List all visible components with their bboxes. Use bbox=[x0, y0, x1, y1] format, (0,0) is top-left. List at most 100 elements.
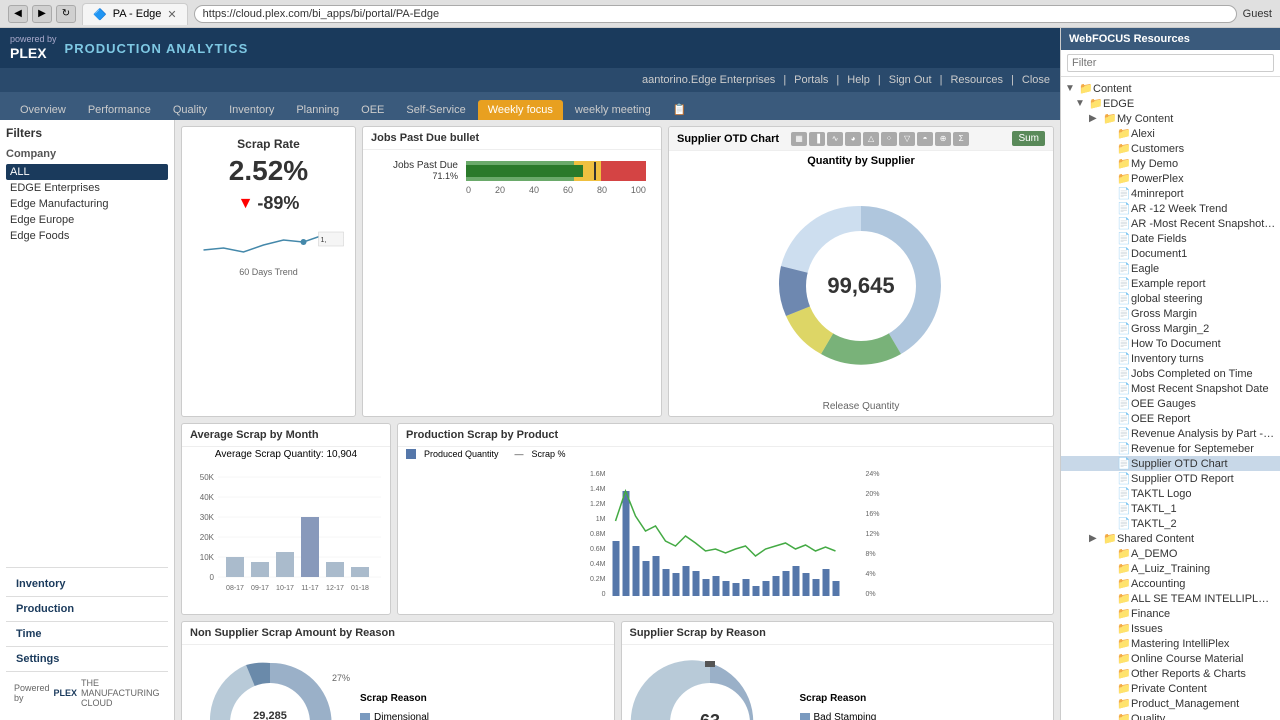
tree-issues[interactable]: 📁 Issues bbox=[1061, 621, 1280, 636]
area-icon[interactable]: △ bbox=[863, 132, 879, 146]
forward-button[interactable]: ▶ bbox=[32, 5, 52, 23]
browser-navigation[interactable]: ◀ ▶ ↻ bbox=[8, 5, 76, 23]
tree-oee-report[interactable]: 📄 OEE Report bbox=[1061, 411, 1280, 426]
tree-accounting[interactable]: 📁 Accounting bbox=[1061, 576, 1280, 591]
tree-powerplex[interactable]: 📁 PowerPlex bbox=[1061, 171, 1280, 186]
tree-gross-margin-2[interactable]: 📄 Gross Margin_2 bbox=[1061, 321, 1280, 336]
tab-weekly-meeting[interactable]: weekly meeting bbox=[565, 100, 661, 120]
tree-eagle-label: Eagle bbox=[1131, 263, 1276, 275]
tree-revenue-analysis[interactable]: 📄 Revenue Analysis by Part - Pro... bbox=[1061, 426, 1280, 441]
settings-nav-button[interactable]: Settings bbox=[6, 647, 168, 672]
tree-revenue-september[interactable]: 📄 Revenue for Septemeber bbox=[1061, 441, 1280, 456]
tab-close-icon[interactable]: ✕ bbox=[167, 8, 176, 21]
sum-button[interactable]: Sum bbox=[1012, 131, 1045, 146]
tree-eagle[interactable]: 📄 Eagle bbox=[1061, 261, 1280, 276]
scatter-icon[interactable]: ⁘ bbox=[881, 132, 897, 146]
tab-self-service[interactable]: Self-Service bbox=[396, 100, 475, 120]
back-button[interactable]: ◀ bbox=[8, 5, 28, 23]
tab-overview[interactable]: Overview bbox=[10, 100, 76, 120]
portals-link[interactable]: Portals bbox=[794, 74, 828, 86]
tab-performance[interactable]: Performance bbox=[78, 100, 161, 120]
browser-tab[interactable]: 🔷 PA - Edge ✕ bbox=[82, 3, 188, 25]
tree-date-fields[interactable]: 📄 Date Fields bbox=[1061, 231, 1280, 246]
tree-all-se-team[interactable]: 📁 ALL SE TEAM INTELLIPLEX APP bbox=[1061, 591, 1280, 606]
browser-url-bar[interactable]: https://cloud.plex.com/bi_apps/bi/portal… bbox=[194, 5, 1237, 23]
tree-4minreport[interactable]: 📄 4minreport bbox=[1061, 186, 1280, 201]
tree-taktl-logo[interactable]: 📄 TAKTL Logo bbox=[1061, 486, 1280, 501]
tree-how-to-document[interactable]: 📄 How To Document bbox=[1061, 336, 1280, 351]
tree-how-to-document-label: How To Document bbox=[1131, 338, 1276, 350]
filter-edge-enterprises[interactable]: EDGE Enterprises bbox=[6, 180, 168, 196]
sigma-icon[interactable]: Σ bbox=[953, 132, 969, 146]
filter-all[interactable]: ALL bbox=[6, 164, 168, 180]
tree-taktl-1[interactable]: 📄 TAKTL_1 bbox=[1061, 501, 1280, 516]
webfocus-search-input[interactable] bbox=[1067, 54, 1274, 72]
tree-other-reports[interactable]: 📁 Other Reports & Charts bbox=[1061, 666, 1280, 681]
tree-quality[interactable]: 📁 Quality bbox=[1061, 711, 1280, 720]
time-nav-button[interactable]: Time bbox=[6, 622, 168, 647]
map-icon[interactable]: ⊕ bbox=[935, 132, 951, 146]
tree-global-steering[interactable]: 📄 global steering bbox=[1061, 291, 1280, 306]
filter-edge-europe[interactable]: Edge Europe bbox=[6, 212, 168, 228]
tree-most-recent-snapshot[interactable]: 📄 Most Recent Snapshot Date bbox=[1061, 381, 1280, 396]
table-icon[interactable]: ▦ bbox=[791, 132, 807, 146]
production-nav-button[interactable]: Production bbox=[6, 597, 168, 622]
line-icon[interactable]: ∿ bbox=[827, 132, 843, 146]
tab-oee[interactable]: OEE bbox=[351, 100, 394, 120]
sign-out-link[interactable]: Sign Out bbox=[889, 74, 932, 86]
tree-jobs-completed[interactable]: 📄 Jobs Completed on Time bbox=[1061, 366, 1280, 381]
svg-text:40K: 40K bbox=[200, 493, 215, 502]
tab-clipboard[interactable]: 📋 bbox=[663, 99, 697, 120]
tree-a-luiz-training[interactable]: 📁 A_Luiz_Training bbox=[1061, 561, 1280, 576]
svg-text:4%: 4% bbox=[866, 571, 876, 578]
tree-document1[interactable]: 📄 Document1 bbox=[1061, 246, 1280, 261]
funnel-icon[interactable]: ▽ bbox=[899, 132, 915, 146]
dashboard-content: Scrap Rate 2.52% ▼ -89% 1, bbox=[175, 120, 1060, 720]
tree-my-demo[interactable]: 📁 My Demo bbox=[1061, 156, 1280, 171]
gauge-icon[interactable]: ◓ bbox=[917, 132, 933, 146]
tree-ar-snapshot[interactable]: 📄 AR -Most Recent Snapshot Da... bbox=[1061, 216, 1280, 231]
tree-product-management-label: Product_Management bbox=[1131, 698, 1276, 710]
tree-customers[interactable]: 📁 Customers bbox=[1061, 141, 1280, 156]
tree-private-content[interactable]: 📁 Private Content bbox=[1061, 681, 1280, 696]
svg-text:0: 0 bbox=[210, 573, 215, 582]
tree-a-demo[interactable]: 📁 A_DEMO bbox=[1061, 546, 1280, 561]
tree-oee-gauges[interactable]: 📄 OEE Gauges bbox=[1061, 396, 1280, 411]
tree-shared-content[interactable]: ▶ 📁 Shared Content bbox=[1061, 531, 1280, 546]
tab-planning[interactable]: Planning bbox=[286, 100, 349, 120]
tab-inventory[interactable]: Inventory bbox=[219, 100, 284, 120]
inventory-nav-button[interactable]: Inventory bbox=[6, 572, 168, 597]
tree-ar-12-week[interactable]: 📄 AR -12 Week Trend bbox=[1061, 201, 1280, 216]
tree-supplier-otd-report[interactable]: 📄 Supplier OTD Report bbox=[1061, 471, 1280, 486]
tree-product-management[interactable]: 📁 Product_Management bbox=[1061, 696, 1280, 711]
tree-online-course[interactable]: 📁 Online Course Material bbox=[1061, 651, 1280, 666]
filter-edge-manufacturing[interactable]: Edge Manufacturing bbox=[6, 196, 168, 212]
tree-taktl-2[interactable]: 📄 TAKTL_2 bbox=[1061, 516, 1280, 531]
tree-alexi[interactable]: 📁 Alexi bbox=[1061, 126, 1280, 141]
bar-icon[interactable]: ▐ bbox=[809, 132, 825, 146]
tree-content-root[interactable]: ▼ 📁 Content bbox=[1061, 81, 1280, 96]
svg-text:8%: 8% bbox=[866, 551, 876, 558]
tab-quality[interactable]: Quality bbox=[163, 100, 217, 120]
resources-link[interactable]: Resources bbox=[950, 74, 1003, 86]
pie-icon[interactable]: ◕ bbox=[845, 132, 861, 146]
tree-mastering-intelliplex[interactable]: 📁 Mastering IntelliPlex bbox=[1061, 636, 1280, 651]
help-link[interactable]: Help bbox=[847, 74, 870, 86]
plex-tab-bar: Overview Performance Quality Inventory P… bbox=[0, 92, 1060, 120]
tree-gross-margin[interactable]: 📄 Gross Margin bbox=[1061, 306, 1280, 321]
taktl-logo-icon: 📄 bbox=[1117, 487, 1131, 500]
tree-my-content[interactable]: ▶ 📁 My Content bbox=[1061, 111, 1280, 126]
filter-edge-foods[interactable]: Edge Foods bbox=[6, 228, 168, 244]
tree-finance[interactable]: 📁 Finance bbox=[1061, 606, 1280, 621]
tab-weekly-focus[interactable]: Weekly focus bbox=[478, 100, 563, 120]
tree-inventory-turns[interactable]: 📄 Inventory turns bbox=[1061, 351, 1280, 366]
supplier-otd-card: Supplier OTD Chart ▦ ▐ ∿ ◕ △ ⁘ ▽ ◓ ⊕ bbox=[668, 126, 1054, 417]
tree-edge-folder[interactable]: ▼ 📁 EDGE bbox=[1061, 96, 1280, 111]
tree-supplier-otd-chart[interactable]: 📄 Supplier OTD Chart bbox=[1061, 456, 1280, 471]
quality-folder-icon: 📁 bbox=[1117, 712, 1131, 720]
tree-example-report[interactable]: 📄 Example report bbox=[1061, 276, 1280, 291]
svg-text:29,285: 29,285 bbox=[253, 710, 287, 720]
close-link[interactable]: Close bbox=[1022, 74, 1050, 86]
refresh-button[interactable]: ↻ bbox=[56, 5, 76, 23]
svg-text:12%: 12% bbox=[866, 531, 880, 538]
